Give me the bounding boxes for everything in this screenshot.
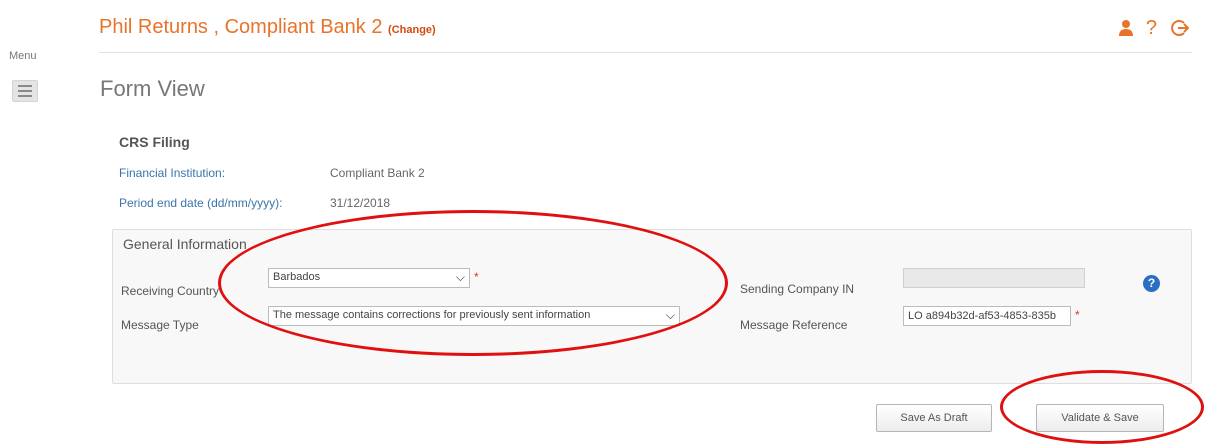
page: Menu Phil Returns , Compliant Bank 2 (Ch… <box>0 0 1207 447</box>
change-link[interactable]: (Change) <box>388 24 436 36</box>
validate-save-button[interactable]: Validate & Save <box>1036 404 1164 432</box>
menu-label: Menu <box>9 50 37 62</box>
app-title-text: Phil Returns , Compliant Bank 2 <box>99 16 383 38</box>
user-icon[interactable] <box>1118 19 1134 37</box>
required-marker: * <box>1075 308 1080 322</box>
header-divider <box>99 52 1192 53</box>
sending-company-label: Sending Company IN <box>740 282 855 296</box>
help-icon[interactable]: ? <box>1146 18 1157 38</box>
required-marker: * <box>474 270 479 284</box>
receiving-country-value: Barbados <box>273 271 321 283</box>
period-end-label: Period end date (dd/mm/yyyy): <box>119 196 283 210</box>
hamburger-menu-icon[interactable] <box>12 80 38 102</box>
chevron-down-icon: ⌵ <box>455 270 465 284</box>
chevron-down-icon: ⌵ <box>665 308 675 322</box>
message-type-value: The message contains corrections for pre… <box>273 309 591 321</box>
save-as-draft-button[interactable]: Save As Draft <box>876 404 992 432</box>
section-title: CRS Filing <box>119 134 190 150</box>
question-circle-icon[interactable]: ? <box>1143 275 1160 292</box>
period-end-value: 31/12/2018 <box>330 196 391 210</box>
financial-institution-value: Compliant Bank 2 <box>330 166 425 180</box>
receiving-country-select[interactable]: Barbados ⌵ <box>268 268 470 288</box>
message-reference-field[interactable]: LO a894b32d-af53-4853-835b <box>903 306 1071 326</box>
receiving-country-label: Receiving Country <box>121 284 220 298</box>
general-information-panel: General Information Receiving Country Ba… <box>112 229 1192 384</box>
message-type-label: Message Type <box>121 318 199 332</box>
message-reference-label: Message Reference <box>740 318 848 332</box>
app-title: Phil Returns , Compliant Bank 2 (Change) <box>99 16 436 39</box>
sending-company-field <box>903 268 1085 288</box>
financial-institution-label: Financial Institution: <box>119 166 226 180</box>
header-icons: ? <box>1118 18 1189 38</box>
panel-title: General Information <box>123 236 247 252</box>
logout-icon[interactable] <box>1169 18 1189 38</box>
message-type-select[interactable]: The message contains corrections for pre… <box>268 306 680 326</box>
page-title: Form View <box>100 76 205 101</box>
